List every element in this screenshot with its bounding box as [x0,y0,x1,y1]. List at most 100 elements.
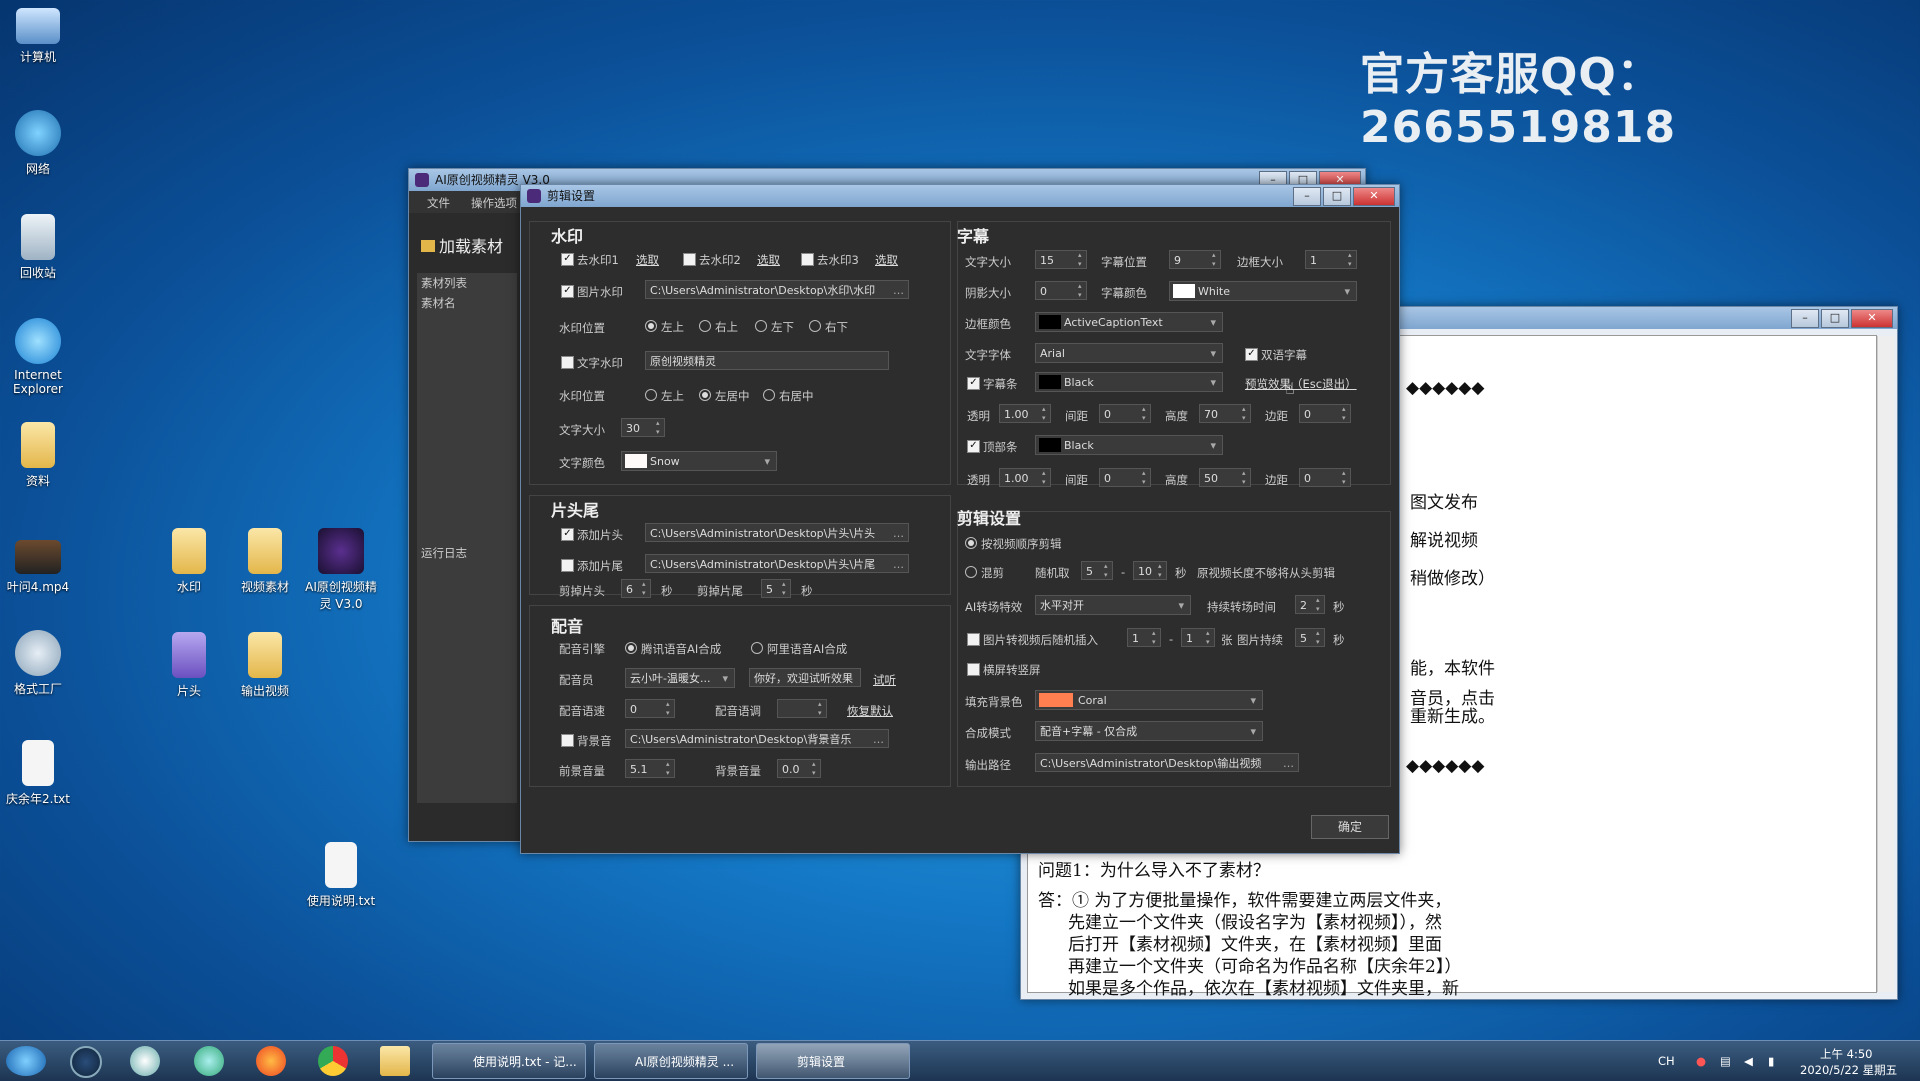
subtitle-position-spinner[interactable]: 9 [1169,250,1221,269]
subtitle-bar-checkbox[interactable]: ✓ [967,377,980,390]
browse-icon[interactable]: … [893,555,904,572]
font-family-select[interactable]: Arial [1035,343,1223,364]
edit-settings-dialog[interactable]: 剪辑设置 – □ ✕ 水印 ✓ 去水印1 选取 去水印2 选取 去水印3 选取 ✓ … [520,184,1400,854]
close-icon[interactable]: ✕ [1353,187,1395,206]
top-bar-checkbox[interactable]: ✓ [967,440,980,453]
transition-duration-spinner[interactable]: 2 [1295,595,1325,614]
image-watermark-path-input[interactable]: C:\Users\Administrator\Desktop\水印\水印… [645,280,909,299]
minimize-icon[interactable]: – [1293,187,1321,206]
tray-network-icon[interactable]: ▤ [1720,1054,1731,1068]
taskbar-task-notepad[interactable]: 使用说明.txt - 记... [432,1043,586,1079]
edit-mix-radio[interactable] [965,566,977,578]
desktop-icon-recycle-bin[interactable]: 回收站 [0,214,79,281]
text-position-right-center-radio[interactable] [763,389,775,401]
image-watermark-checkbox[interactable]: ✓ [561,285,574,298]
position-bottom-left-radio[interactable] [755,320,767,332]
bilingual-subtitle-checkbox[interactable]: ✓ [1245,348,1258,361]
maximize-icon[interactable]: □ [1821,309,1849,328]
close-icon[interactable]: ✕ [1851,309,1893,328]
try-listen-link[interactable]: 试听 [873,672,896,688]
select-watermark-3-link[interactable]: 选取 [875,252,898,268]
taskbar-task-app[interactable]: AI原创视频精灵 ... [594,1043,748,1079]
top-height-spinner[interactable]: 50 [1199,468,1251,487]
desktop-icon-network[interactable]: 网络 [0,110,79,177]
position-top-left-radio[interactable] [645,320,657,332]
head-path-input[interactable]: C:\Users\Administrator\Desktop\片头\片头… [645,523,909,542]
position-bottom-right-radio[interactable] [809,320,821,332]
cut-tail-spinner[interactable]: 5 [761,579,791,598]
foreground-volume-spinner[interactable]: 5.1 [625,759,675,778]
subtitle-color-select[interactable]: White [1169,281,1357,302]
clock-time[interactable]: 上午 4:50 [1820,1046,1872,1062]
sample-text-input[interactable]: 你好，欢迎试听效果 [749,668,861,687]
desktop-icon-txt[interactable]: 庆余年2.txt [0,740,79,807]
desktop-icon-app[interactable]: AI原创视频精灵 V3.0 [300,528,382,612]
remove-watermark-1-checkbox[interactable]: ✓ [561,253,574,266]
top-margin-spinner[interactable]: 0 [1299,468,1351,487]
run-log-panel[interactable]: 运行日志 [417,541,517,803]
desktop-icon-folder-watermark[interactable]: 水印 [148,528,230,595]
shortcut-app-icon[interactable] [130,1046,160,1076]
bar-height-spinner[interactable]: 70 [1199,404,1251,423]
border-size-spinner[interactable]: 1 [1305,250,1357,269]
explorer-icon[interactable] [380,1046,410,1076]
text-color-select[interactable]: Snow [621,451,777,472]
scrollbar[interactable] [1877,336,1894,992]
menu-file[interactable]: 文件 [427,195,450,211]
background-music-checkbox[interactable] [561,734,574,747]
select-watermark-2-link[interactable]: 选取 [757,252,780,268]
image-from-spinner[interactable]: 1 [1127,628,1161,647]
material-list-panel[interactable]: 素材列表 素材名 [417,273,517,543]
dialog-titlebar[interactable]: 剪辑设置 – □ ✕ [521,185,1399,207]
start-button-icon[interactable] [6,1046,46,1076]
list-column-name[interactable]: 素材名 [421,295,456,311]
engine-ali-radio[interactable] [751,642,763,654]
image-to-spinner[interactable]: 1 [1181,628,1215,647]
speech-speed-spinner[interactable]: 0 [625,699,675,718]
desktop-icon-folder-ziliao[interactable]: 资料 [0,422,79,489]
subtitle-font-size-spinner[interactable]: 15 [1035,250,1087,269]
desktop-icon-ie[interactable]: Internet Explorer [0,318,79,396]
select-watermark-1-link[interactable]: 选取 [636,252,659,268]
browser-icon[interactable] [194,1046,224,1076]
clock-date[interactable]: 2020/5/22 星期五 [1800,1062,1897,1078]
tray-volume-icon[interactable]: ◀ [1744,1054,1753,1068]
tray-signal-icon[interactable]: ▮ [1768,1054,1774,1068]
cut-head-spinner[interactable]: 6 [621,579,651,598]
border-color-select[interactable]: ActiveCaptionText [1035,312,1223,333]
desktop-icon-video[interactable]: 叶问4.mp4 [0,540,79,595]
minimize-icon[interactable]: – [1791,309,1819,328]
image-insert-checkbox[interactable] [967,633,980,646]
compose-mode-select[interactable]: 配音+字幕 - 仅合成 [1035,721,1263,742]
edit-order-radio[interactable] [965,537,977,549]
subtitle-bar-color-select[interactable]: Black [1035,372,1223,393]
preview-effect-link[interactable]: 预览效果（Esc退出） [1245,376,1357,392]
top-gap-spinner[interactable]: 0 [1099,468,1151,487]
engine-tencent-radio[interactable] [625,642,637,654]
taskbar-task-dialog[interactable]: 剪辑设置 [756,1043,910,1079]
fill-background-select[interactable]: Coral [1035,690,1263,711]
desktop-icon-folder-material[interactable]: 视频素材 [224,528,306,595]
chrome-icon[interactable] [318,1046,348,1076]
browse-icon[interactable]: … [893,281,904,298]
maximize-icon[interactable]: □ [1323,187,1351,206]
desktop-icon-folder-output[interactable]: 输出视频 [224,632,306,699]
bar-alpha-spinner[interactable]: 1.00 [999,404,1051,423]
shadow-size-spinner[interactable]: 0 [1035,281,1087,300]
output-path-input[interactable]: C:\Users\Administrator\Desktop\输出视频… [1035,753,1299,772]
text-watermark-input[interactable]: 原创视频精灵 [645,351,889,370]
voice-select[interactable]: 云小叶-温暖女... [625,668,735,689]
landscape-to-portrait-checkbox[interactable] [967,663,980,676]
speech-tone-spinner[interactable] [777,699,827,718]
bar-gap-spinner[interactable]: 0 [1099,404,1151,423]
top-alpha-spinner[interactable]: 1.00 [999,468,1051,487]
text-watermark-checkbox[interactable] [561,356,574,369]
background-volume-spinner[interactable]: 0.0 [777,759,821,778]
firefox-icon[interactable] [256,1046,286,1076]
browse-icon[interactable]: … [893,524,904,541]
top-bar-color-select[interactable]: Black [1035,435,1223,456]
k-app-icon[interactable] [70,1046,102,1078]
random-from-spinner[interactable]: 5 [1081,561,1113,580]
desktop-icon-computer[interactable]: 计算机 [0,8,79,65]
transition-select[interactable]: 水平对开 [1035,595,1191,616]
